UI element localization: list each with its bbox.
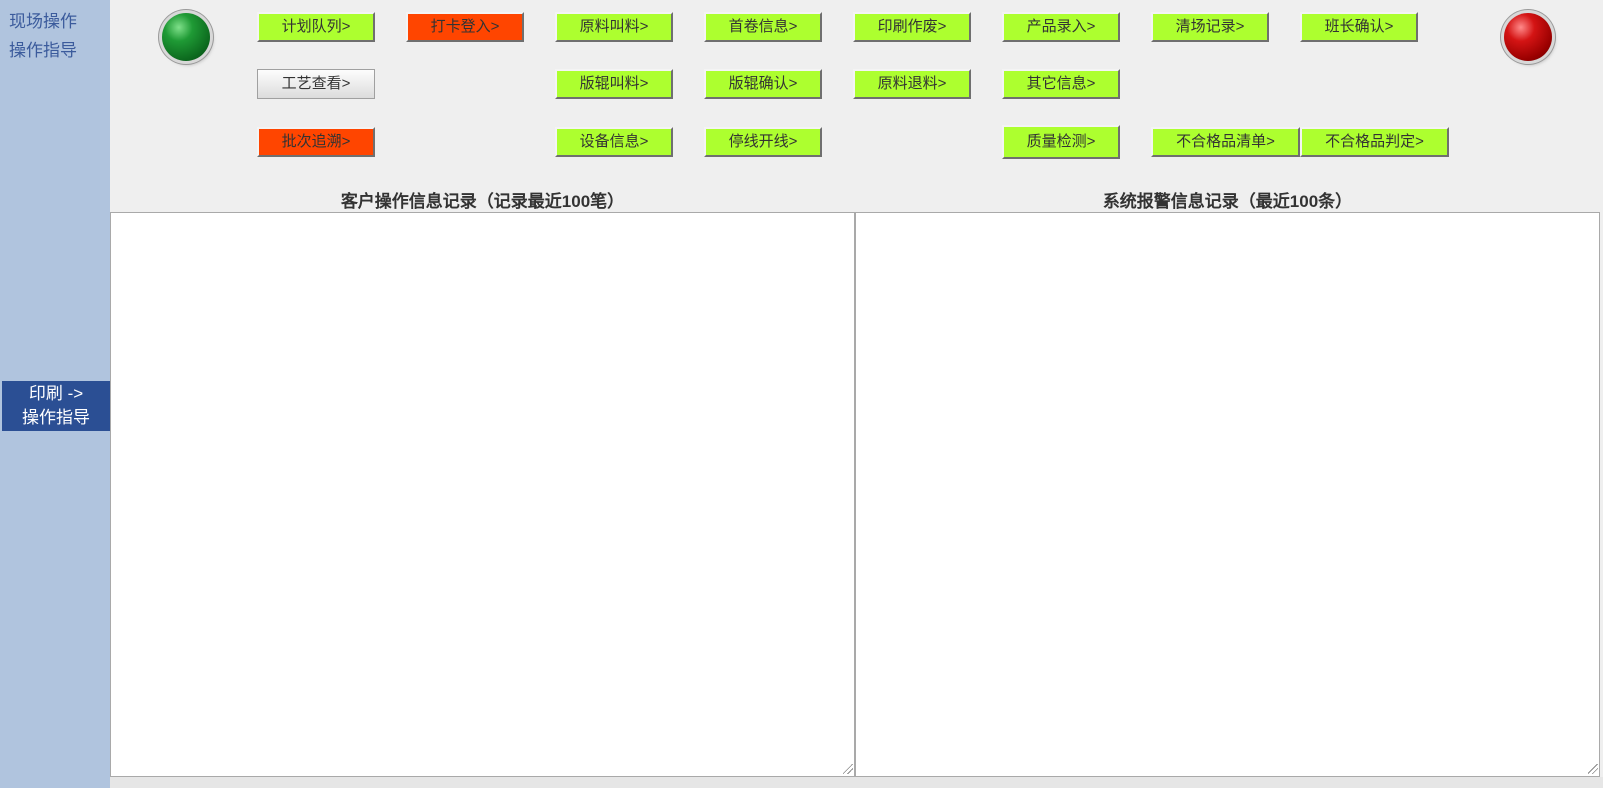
sidebar-item-print-operation-guide[interactable]: 印刷 -> 操作指导: [2, 381, 110, 431]
print-scrap-button[interactable]: 印刷作废>: [853, 12, 971, 42]
roller-confirm-button[interactable]: 版辊确认>: [704, 69, 822, 99]
equipment-info-button[interactable]: 设备信息>: [555, 127, 673, 157]
app-root: 现场操作 操作指导 印刷 -> 操作指导 计划队列> 打卡登入> 原料叫料> 首…: [0, 0, 1603, 788]
process-view-button[interactable]: 工艺查看>: [257, 69, 375, 99]
roller-call-button[interactable]: 版辊叫料>: [555, 69, 673, 99]
sidebar: 现场操作 操作指导 印刷 -> 操作指导: [0, 0, 110, 788]
operation-log-textarea[interactable]: [110, 212, 855, 777]
clearance-record-button[interactable]: 清场记录>: [1151, 12, 1269, 42]
material-call-button[interactable]: 原料叫料>: [555, 12, 673, 42]
bottom-bar: [110, 777, 1603, 788]
status-light-red: [1504, 13, 1552, 61]
material-return-button[interactable]: 原料退料>: [853, 69, 971, 99]
sidebar-link-onsite-operation[interactable]: 现场操作: [9, 12, 77, 32]
plan-queue-button[interactable]: 计划队列>: [257, 12, 375, 42]
batch-trace-button[interactable]: 批次追溯>: [257, 127, 375, 157]
alarm-log-resize-grip[interactable]: [1588, 764, 1598, 774]
first-roll-info-button[interactable]: 首卷信息>: [704, 12, 822, 42]
status-light-green: [162, 13, 210, 61]
operation-log-resize-grip[interactable]: [843, 764, 853, 774]
operation-log-title: 客户操作信息记录（记录最近100笔）: [340, 192, 625, 211]
other-info-button[interactable]: 其它信息>: [1002, 69, 1120, 99]
shift-leader-confirm-button[interactable]: 班长确认>: [1300, 12, 1418, 42]
sidebar-active-line1: 印刷 ->: [28, 384, 84, 403]
clock-in-button[interactable]: 打卡登入>: [406, 12, 524, 42]
sidebar-link-operation-guide[interactable]: 操作指导: [9, 41, 77, 61]
product-entry-button[interactable]: 产品录入>: [1002, 12, 1120, 42]
nonconforming-list-button[interactable]: 不合格品清单>: [1151, 127, 1300, 157]
alarm-log-title: 系统报警信息记录（最近100条）: [1102, 192, 1353, 211]
sidebar-active-line2: 操作指导: [22, 408, 90, 427]
alarm-log-textarea[interactable]: [855, 212, 1600, 777]
quality-check-button[interactable]: 质量检测>: [1002, 125, 1120, 159]
line-stop-start-button[interactable]: 停线开线>: [704, 127, 822, 157]
nonconforming-judge-button[interactable]: 不合格品判定>: [1300, 127, 1449, 157]
